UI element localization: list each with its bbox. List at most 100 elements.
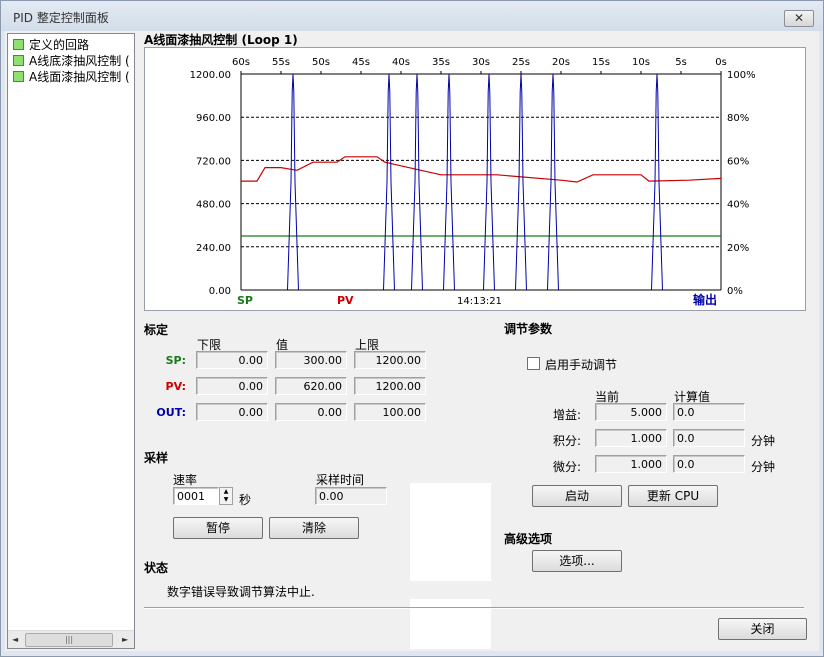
x-tick-label: 60s	[232, 57, 250, 68]
integral-unit: 分钟	[751, 434, 776, 448]
x-tick-label: 55s	[272, 57, 290, 68]
x-tick-label: 50s	[312, 57, 330, 68]
y-tick-label-left: 240.00	[196, 243, 231, 254]
tree-item-label: A线底漆抽风控制 (	[29, 54, 130, 68]
chart-time-label: 14:13:21	[457, 296, 502, 307]
derivative-label: 微分:	[553, 460, 582, 474]
legend-pv: PV	[337, 294, 354, 307]
output-spike	[651, 73, 663, 291]
rate-input[interactable]: 0001	[173, 487, 219, 505]
sample-time-label: 采样时间	[316, 473, 365, 487]
out-row-label: OUT:	[156, 406, 186, 419]
tuning-section-title: 调节参数	[504, 322, 553, 336]
window-close-button[interactable]: ✕	[784, 10, 814, 27]
out-low-field: 0.00	[196, 403, 268, 421]
sample-time-field: 0.00	[315, 487, 387, 505]
x-tick-label: 0s	[715, 57, 727, 68]
integral-label: 积分:	[553, 434, 582, 448]
gain-label: 增益:	[553, 408, 582, 422]
loop-status-icon	[13, 55, 24, 66]
y-tick-label-left: 0.00	[209, 286, 231, 297]
x-tick-label: 10s	[632, 57, 650, 68]
legend-output: 输出	[693, 292, 717, 307]
sp-row-label: SP:	[165, 354, 186, 367]
plot-title: A线面漆抽风控制 (Loop 1)	[144, 33, 298, 47]
status-text: 数字错误导致调节算法中止.	[167, 585, 315, 599]
tree-item-loop-1[interactable]: A线面漆抽风控制 (	[13, 69, 131, 85]
tree-item-defined-loops[interactable]: 定义的回路	[13, 37, 131, 53]
x-tick-label: 25s	[512, 57, 530, 68]
out-value-field: 0.00	[275, 403, 347, 421]
gain-calc-field: 0.0	[673, 403, 745, 421]
scroll-right-icon[interactable]: ►	[122, 635, 128, 644]
y-tick-label-right: 40%	[727, 200, 749, 211]
output-spike	[483, 73, 495, 291]
trend-chart: 60s 55s 50s 45s 40s 35s 30s 25s 20s 15s 10s 5s 0s 120…	[144, 47, 806, 311]
x-tick-label: 20s	[552, 57, 570, 68]
loop-status-icon	[13, 39, 24, 50]
y-tick-label-right: 0%	[727, 286, 743, 297]
output-spike	[411, 73, 423, 291]
rate-label: 速率	[173, 473, 198, 487]
x-tick-label: 15s	[592, 57, 610, 68]
pause-button[interactable]: 暂停	[173, 517, 263, 539]
advanced-section-title: 高级选项	[504, 532, 553, 546]
output-spike	[547, 73, 559, 291]
y-tick-label-right: 80%	[727, 113, 749, 124]
tree-item-loop-0[interactable]: A线底漆抽风控制 (	[13, 53, 131, 69]
x-tick-label: 35s	[432, 57, 450, 68]
rate-stepper[interactable]: ▲ ▼	[219, 487, 233, 505]
derivative-calc-field: 0.0	[673, 455, 745, 473]
tree-item-label: A线面漆抽风控制 (	[29, 70, 130, 84]
pv-row-label: PV:	[165, 380, 186, 393]
manual-tuning-label: 启用手动调节	[545, 358, 618, 372]
x-tick-label: 30s	[472, 57, 490, 68]
rate-unit: 秒	[239, 493, 252, 507]
y-tick-label-right: 100%	[727, 70, 756, 81]
sampling-section-title: 采样	[144, 451, 169, 465]
options-button[interactable]: 选项...	[532, 550, 622, 572]
update-cpu-button[interactable]: 更新 CPU	[628, 485, 718, 507]
close-button[interactable]: 关闭	[718, 618, 807, 640]
blank-panel	[410, 483, 491, 581]
status-section-title: 状态	[144, 561, 169, 575]
y-tick-label-left: 720.00	[196, 156, 231, 167]
derivative-current-field: 1.000	[595, 455, 667, 473]
scroll-thumb[interactable]: |||	[25, 633, 113, 647]
trend-chart-svg: 60s 55s 50s 45s 40s 35s 30s 25s 20s 15s 10s 5s 0s 120…	[190, 57, 756, 307]
tree-horizontal-scrollbar[interactable]: ◄ ||| ►	[8, 630, 134, 648]
scroll-left-icon[interactable]: ◄	[12, 635, 18, 644]
y-tick-label-right: 60%	[727, 156, 749, 167]
x-tick-label: 40s	[392, 57, 410, 68]
output-spike	[383, 73, 395, 291]
sp-low-field: 0.00	[196, 351, 268, 369]
bottom-divider	[144, 607, 804, 609]
y-tick-label-right: 20%	[727, 243, 749, 254]
sp-value-field: 300.00	[275, 351, 347, 369]
window-title: PID 整定控制面板	[13, 11, 109, 25]
pv-low-field: 0.00	[196, 377, 268, 395]
pv-value-field: 620.00	[275, 377, 347, 395]
clear-button[interactable]: 清除	[269, 517, 359, 539]
output-spike	[287, 73, 299, 291]
x-tick-label: 5s	[675, 57, 687, 68]
sp-high-field: 1200.00	[354, 351, 426, 369]
integral-calc-field: 0.0	[673, 429, 745, 447]
derivative-unit: 分钟	[751, 460, 776, 474]
calibration-section-title: 标定	[144, 323, 169, 337]
title-bar: PID 整定控制面板 ✕	[1, 1, 823, 31]
x-tick-label: 45s	[352, 57, 370, 68]
output-spike	[443, 73, 455, 291]
y-tick-label-left: 960.00	[196, 113, 231, 124]
integral-current-field: 1.000	[595, 429, 667, 447]
gain-current-field: 5.000	[595, 403, 667, 421]
tree-item-label: 定义的回路	[29, 38, 90, 52]
output-spike	[515, 73, 527, 291]
pid-tuning-window: PID 整定控制面板 ✕ 定义的回路 A线底漆抽风控制 ( A线面漆抽风控制 (…	[0, 0, 824, 657]
manual-tuning-checkbox[interactable]	[527, 357, 540, 370]
loop-tree: 定义的回路 A线底漆抽风控制 ( A线面漆抽风控制 ( ◄ ||| ►	[7, 33, 135, 649]
start-button[interactable]: 启动	[532, 485, 622, 507]
loop-status-icon	[13, 71, 24, 82]
pv-high-field: 1200.00	[354, 377, 426, 395]
legend-sp: SP	[237, 294, 253, 307]
